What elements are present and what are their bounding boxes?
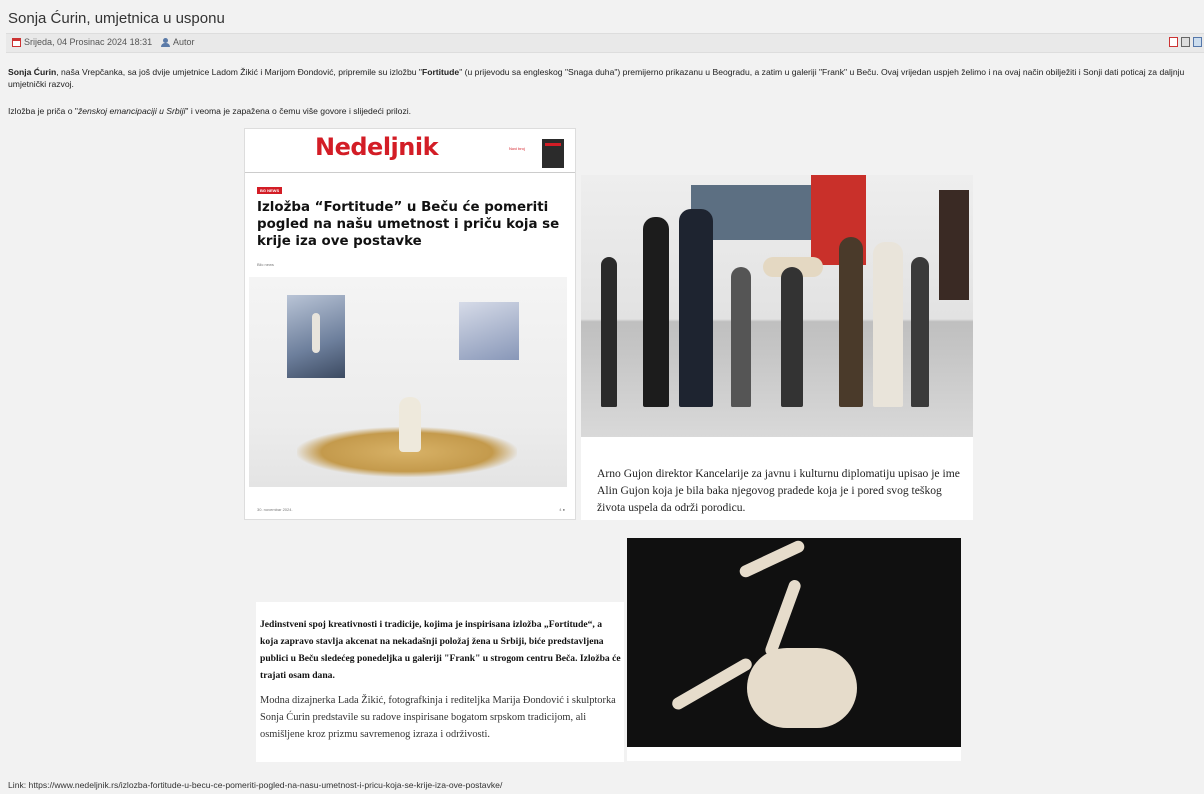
category-kicker: BG NEWS xyxy=(257,187,283,194)
clipping-headline: Izložba “Fortitude” u Beču će pomeriti p… xyxy=(257,200,560,249)
intro-paragraph: Sonja Ćurin, naša Vrepčanka, sa još dvij… xyxy=(8,66,1198,90)
source-link-url[interactable]: https://www.nedeljnik.rs/izlozba-fortitu… xyxy=(29,780,503,790)
clipping-body-text: Modna dizajnerka Lada Žikić, fotografkin… xyxy=(260,695,616,740)
article-author: Autor xyxy=(161,37,195,47)
clipping-footer-date: 30. novembar 2024. xyxy=(257,507,293,512)
second-paragraph: Izložba je priča o "ženskoj emancipaciji… xyxy=(8,105,411,117)
second-text-2: " i veoma je zapažena o čemu više govore… xyxy=(185,106,412,116)
source-link[interactable]: Link: https://www.nedeljnik.rs/izlozba-f… xyxy=(8,780,502,790)
sculpture-photo xyxy=(627,538,961,761)
source-link-label: Link: xyxy=(8,780,29,790)
press-clipping-text: Jedinstveni spoj kreativnosti i tradicij… xyxy=(256,602,624,762)
gallery-photo xyxy=(249,277,567,487)
email-icon[interactable] xyxy=(1193,37,1202,47)
pdf-icon[interactable] xyxy=(1169,37,1178,47)
press-clipping-nedeljnik: Nedeljnik Novi broj BG NEWS Izložba “For… xyxy=(244,128,576,520)
clipping-footer-page: 4 ● xyxy=(559,507,565,512)
press-clipping-photo-caption: Arno Gujon direktor Kancelarije za javnu… xyxy=(581,175,973,520)
sculpture-body xyxy=(747,648,857,728)
date-text: Srijeda, 04 Prosinac 2024 18:31 xyxy=(24,37,153,47)
article-tools xyxy=(1169,37,1202,47)
sculpture-figure xyxy=(399,397,421,452)
guest-figure xyxy=(731,267,751,407)
artist-name: Sonja Ćurin xyxy=(8,67,57,77)
intro-text-1: , naša Vrepčanka, sa još dvije umjetnice… xyxy=(56,67,422,77)
exhibition-title: Fortitude xyxy=(421,67,460,77)
nedeljnik-logo: Nedeljnik xyxy=(315,133,439,161)
guest-figure xyxy=(911,257,929,407)
author-text: Autor xyxy=(173,37,195,47)
gallery-poster-left xyxy=(287,295,345,378)
photo-bottom-margin xyxy=(627,747,961,761)
guest-figure xyxy=(781,267,803,407)
second-text-1: Izložba je priča o " xyxy=(8,106,78,116)
magazine-cover-thumbnail xyxy=(542,139,564,168)
article-date: Srijeda, 04 Prosinac 2024 18:31 xyxy=(12,37,152,47)
gallery-poster-right xyxy=(459,302,519,360)
article-title: Sonja Ćurin, umjetnica u usponu xyxy=(8,10,225,27)
clipping-byline: Blic news xyxy=(257,262,274,267)
woman-figure xyxy=(839,237,863,407)
man-figure xyxy=(679,209,713,407)
print-icon[interactable] xyxy=(1181,37,1190,47)
clipping-footer: 30. novembar 2024. 4 ● xyxy=(257,507,565,512)
wall-artwork xyxy=(939,190,969,300)
guest-figure xyxy=(601,257,617,407)
sculpture-arm xyxy=(737,538,807,580)
woman-figure xyxy=(873,242,903,407)
clipping-lead-text: Jedinstveni spoj kreativnosti i tradicij… xyxy=(260,619,621,681)
woman-figure xyxy=(643,217,669,407)
exhibition-opening-photo xyxy=(581,175,973,437)
article-meta-bar: Srijeda, 04 Prosinac 2024 18:31 Autor xyxy=(6,33,1204,53)
user-icon xyxy=(161,37,170,47)
photo-caption: Arno Gujon direktor Kancelarije za javnu… xyxy=(597,467,960,514)
sculpture-arm xyxy=(763,578,803,658)
calendar-icon xyxy=(12,37,21,47)
sculpture-leg xyxy=(670,656,754,712)
issue-tag: Novi broj xyxy=(509,146,525,151)
second-text-italic: ženskoj emancipaciji u Srbiji xyxy=(77,106,186,116)
divider xyxy=(245,172,575,173)
